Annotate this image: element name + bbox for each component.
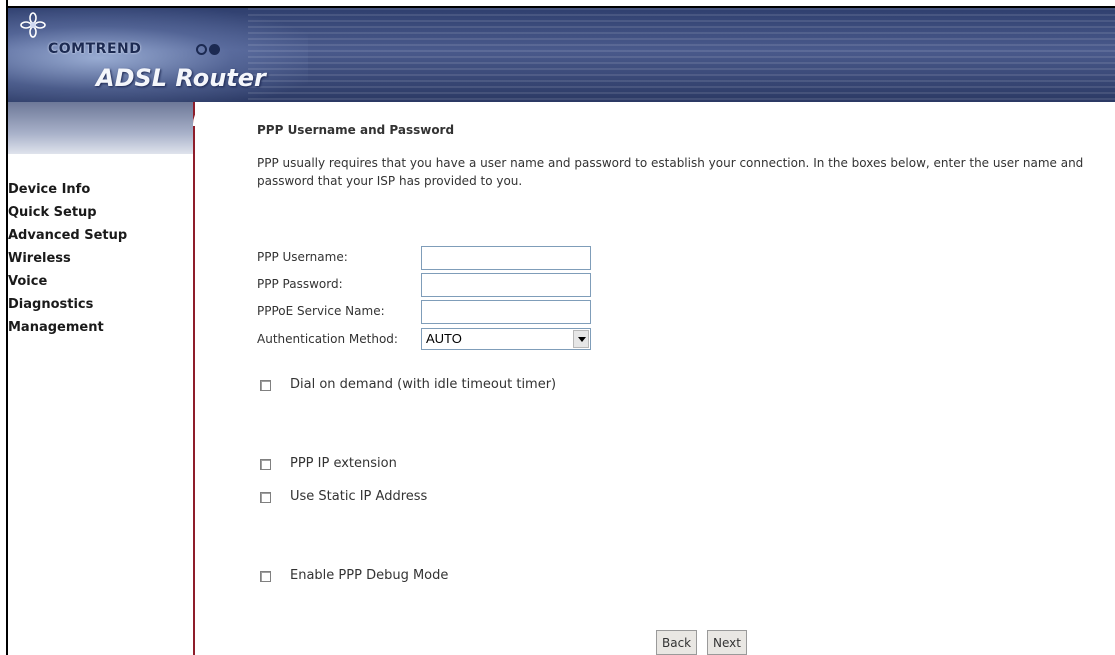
- debug-mode-label: Enable PPP Debug Mode: [290, 568, 449, 583]
- sidebar-item-device-info[interactable]: Device Info: [8, 178, 127, 201]
- main-content: PPP Username and Password PPP usually re…: [257, 118, 1115, 583]
- product-title: ADSL Router: [96, 64, 266, 92]
- window-border-left: [6, 0, 8, 655]
- router-config-page: COMTREND ADSL Router Device Info Quick S…: [0, 0, 1115, 655]
- static-ip-checkbox[interactable]: [260, 492, 271, 503]
- username-label: PPP Username:: [257, 250, 348, 264]
- sidebar-item-management[interactable]: Management: [8, 316, 127, 339]
- debug-mode-checkbox[interactable]: [260, 571, 271, 582]
- sidebar-item-advanced-setup[interactable]: Advanced Setup: [8, 224, 127, 247]
- header-banner: COMTREND ADSL Router: [8, 8, 1115, 102]
- content-corner: [193, 102, 217, 126]
- sidebar-item-voice[interactable]: Voice: [8, 270, 127, 293]
- page-title: PPP Username and Password: [257, 123, 455, 137]
- password-input[interactable]: [421, 273, 591, 297]
- sidebar-divider: [193, 102, 195, 655]
- back-button[interactable]: Back: [656, 630, 698, 655]
- intro-text: PPP usually requires that you have a use…: [257, 156, 1084, 188]
- static-ip-label: Use Static IP Address: [290, 489, 428, 504]
- window-border-top: [6, 6, 1115, 8]
- auth-method-select[interactable]: AUTO: [421, 328, 591, 350]
- sidebar-item-diagnostics[interactable]: Diagnostics: [8, 293, 127, 316]
- ip-extension-checkbox[interactable]: [260, 459, 271, 470]
- brand-name: COMTREND: [48, 41, 142, 57]
- comtrend-flower-icon: [20, 12, 46, 38]
- brand-circle-filled: [209, 44, 220, 55]
- sidebar-nav: Device Info Quick Setup Advanced Setup W…: [8, 178, 127, 339]
- sidebar: Device Info Quick Setup Advanced Setup W…: [8, 102, 194, 655]
- password-label: PPP Password:: [257, 277, 343, 291]
- next-button[interactable]: Next: [707, 630, 747, 655]
- header-stripes: [248, 8, 1115, 102]
- auth-method-value: AUTO: [426, 331, 462, 346]
- sidebar-item-wireless[interactable]: Wireless: [8, 247, 127, 270]
- username-input[interactable]: [421, 246, 591, 270]
- chevron-down-icon[interactable]: [573, 330, 589, 348]
- sidebar-item-quick-setup[interactable]: Quick Setup: [8, 201, 127, 224]
- service-name-label: PPPoE Service Name:: [257, 304, 385, 318]
- auth-method-label: Authentication Method:: [257, 332, 398, 346]
- dial-on-demand-checkbox[interactable]: [260, 380, 271, 391]
- brand-circle-outline: [196, 44, 207, 55]
- dial-on-demand-label: Dial on demand (with idle timeout timer): [290, 377, 557, 392]
- sidebar-header-art: [8, 102, 194, 154]
- service-name-input[interactable]: [421, 300, 591, 324]
- ip-extension-label: PPP IP extension: [290, 456, 397, 471]
